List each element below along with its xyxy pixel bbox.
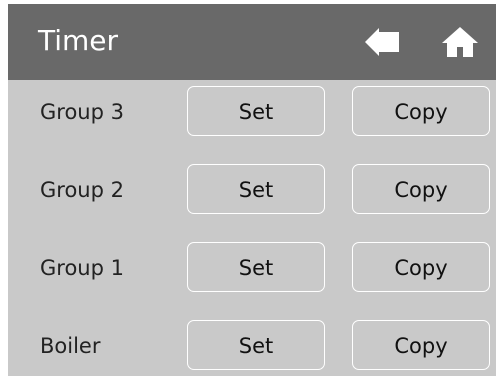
row-label: Boiler [40,334,101,358]
back-arrow-icon [365,28,399,56]
back-button[interactable] [363,24,403,60]
set-button[interactable]: Set [187,164,325,214]
home-button[interactable] [440,24,480,60]
set-button[interactable]: Set [187,242,325,292]
copy-button[interactable]: Copy [352,242,490,292]
row-group-3: Group 3 Set Copy [8,84,496,140]
row-group-1: Group 1 Set Copy [8,240,496,296]
row-label: Group 3 [40,100,124,124]
set-button[interactable]: Set [187,86,325,136]
row-label: Group 1 [40,256,124,280]
home-icon [442,27,478,57]
row-group-2: Group 2 Set Copy [8,162,496,218]
row-label: Group 2 [40,178,124,202]
page-title: Timer [38,24,119,57]
row-boiler: Boiler Set Copy [8,318,496,374]
set-button[interactable]: Set [187,320,325,370]
copy-button[interactable]: Copy [352,164,490,214]
header-bar: Timer [8,4,496,80]
copy-button[interactable]: Copy [352,320,490,370]
timer-screen: Timer Group 3 Set Copy Group 2 Set Copy … [8,4,496,376]
copy-button[interactable]: Copy [352,86,490,136]
